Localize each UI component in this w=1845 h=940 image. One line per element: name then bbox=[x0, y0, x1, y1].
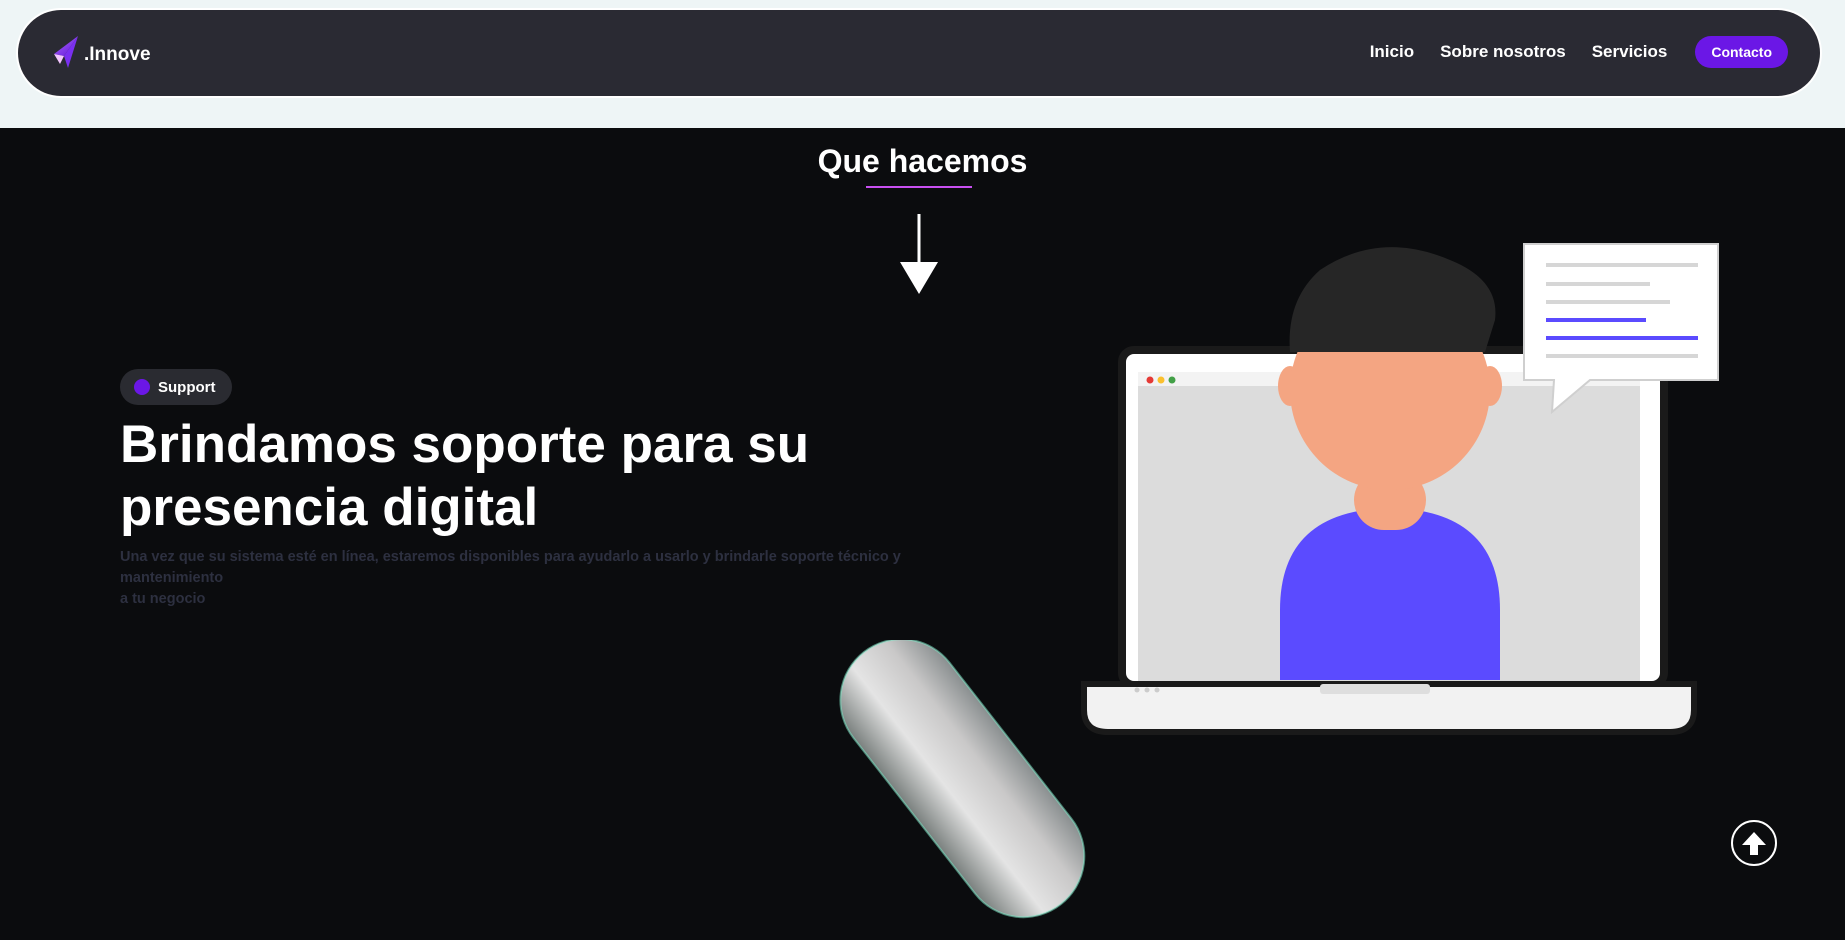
headline-line-1: Brindamos soporte para su bbox=[120, 415, 810, 474]
contact-button[interactable]: Contacto bbox=[1695, 36, 1788, 68]
nav-link-inicio[interactable]: Inicio bbox=[1370, 42, 1414, 62]
nav-link-sobre-nosotros[interactable]: Sobre nosotros bbox=[1440, 42, 1566, 62]
laptop-notch bbox=[1320, 684, 1430, 694]
decorative-3d-pill bbox=[839, 640, 1086, 919]
description-line-1: Una vez que su sistema esté en línea, es… bbox=[120, 549, 901, 586]
person-hair bbox=[1289, 247, 1496, 352]
hero-headline: Brindamos soporte para su presencia digi… bbox=[120, 413, 920, 539]
scroll-to-top-button[interactable] bbox=[1731, 820, 1777, 866]
headline-line-2: presencia digital bbox=[120, 478, 539, 537]
nav-links: Inicio Sobre nosotros Servicios Contacto bbox=[1344, 36, 1788, 68]
navbar: .Innove Inicio Sobre nosotros Servicios … bbox=[18, 10, 1820, 96]
person-shirt bbox=[1280, 508, 1500, 680]
paper-plane-logo-icon bbox=[54, 36, 78, 68]
brand-name: .Innove bbox=[84, 44, 151, 65]
brand-logo[interactable]: .Innove bbox=[50, 34, 151, 70]
support-badge: Support bbox=[120, 369, 232, 405]
browser-dot-red bbox=[1146, 376, 1154, 384]
hero-description: Una vez que su sistema esté en línea, es… bbox=[120, 547, 920, 610]
support-illustration bbox=[1081, 243, 1719, 735]
badge-dot bbox=[134, 379, 150, 395]
arrow-down-icon bbox=[900, 214, 938, 294]
nav-link-servicios[interactable]: Servicios bbox=[1592, 42, 1668, 62]
title-underline bbox=[866, 186, 972, 188]
arrow-up-circle-icon bbox=[1742, 832, 1766, 855]
section-title: Que hacemos bbox=[817, 143, 1028, 179]
description-line-2: a tu negocio bbox=[120, 591, 206, 607]
browser-dot-yellow bbox=[1157, 376, 1165, 384]
badge-label: Support bbox=[158, 378, 216, 396]
browser-dot-green bbox=[1168, 376, 1176, 384]
